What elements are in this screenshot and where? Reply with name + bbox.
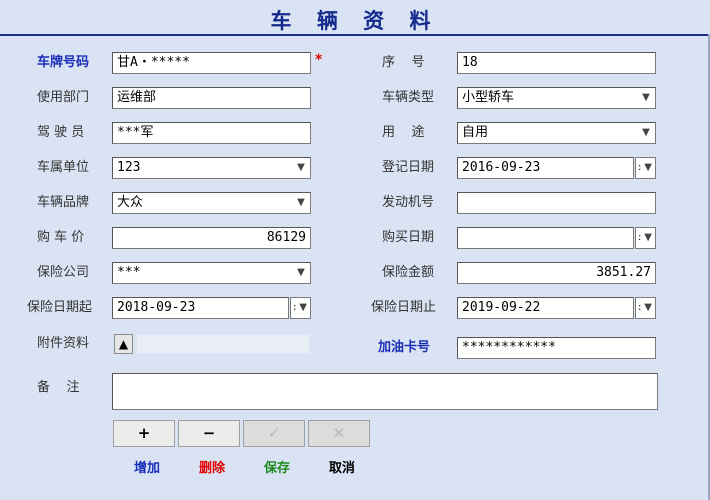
memo-textarea[interactable]	[112, 373, 658, 410]
owner-unit-select[interactable]: 123 ▼	[112, 157, 311, 179]
fuel-card-input[interactable]: ************	[457, 337, 656, 359]
chevron-down-icon[interactable]: ▼	[640, 123, 652, 143]
engine-no-input[interactable]	[457, 192, 656, 214]
delete-button[interactable]: −	[178, 420, 240, 447]
save-button[interactable]: ✓	[243, 420, 305, 447]
spinner-icon[interactable]: ▼	[635, 297, 656, 319]
reg-date-label: 登记日期	[382, 160, 435, 175]
plate-input[interactable]: 甘A・*****	[112, 52, 311, 74]
cancel-button[interactable]: ✕	[308, 420, 370, 447]
vehicle-type-select[interactable]: 小型轿车 ▼	[457, 87, 656, 109]
attachment-label: 附件资料	[37, 336, 90, 351]
chevron-down-icon[interactable]: ▼	[295, 263, 307, 283]
chevron-down-icon[interactable]: ▼	[640, 88, 652, 108]
ins-start-label: 保险日期起	[27, 300, 93, 315]
vehicle-type-label: 车辆类型	[382, 90, 435, 105]
price-input[interactable]: 86129	[112, 227, 311, 249]
engine-no-label: 发动机号	[382, 195, 435, 210]
purchase-date-input[interactable]	[457, 227, 634, 249]
ins-end-label: 保险日期止	[371, 300, 437, 315]
page-title: 车 辆 资 料	[270, 9, 440, 33]
serial-input[interactable]: 18	[457, 52, 656, 74]
title-bar: 车 辆 资 料	[0, 0, 710, 36]
driver-input[interactable]: ***军	[112, 122, 311, 144]
save-label: 保存	[264, 461, 291, 476]
dept-label: 使用部门	[37, 90, 90, 105]
add-label: 增加	[134, 461, 161, 476]
insurer-select[interactable]: *** ▼	[112, 262, 311, 284]
usage-select[interactable]: 自用 ▼	[457, 122, 656, 144]
reg-date-input[interactable]: 2016-09-23	[457, 157, 634, 179]
triangle-up-icon[interactable]: ▲	[114, 334, 133, 354]
cancel-label: 取消	[329, 461, 356, 476]
fuel-card-label: 加油卡号	[378, 340, 431, 355]
spinner-icon[interactable]: ▼	[290, 297, 311, 319]
add-button[interactable]: +	[113, 420, 175, 447]
owner-unit-label: 车属单位	[37, 160, 90, 175]
delete-label: 删除	[199, 461, 226, 476]
spinner-icon[interactable]: ▼	[635, 227, 656, 249]
insurance-amount-input[interactable]: 3851.27	[457, 262, 656, 284]
chevron-down-icon[interactable]: ▼	[295, 158, 307, 178]
insurer-label: 保险公司	[37, 265, 90, 280]
insurance-amount-label: 保险金额	[382, 265, 435, 280]
price-label: 购 车 价	[37, 230, 85, 245]
brand-label: 车辆品牌	[37, 195, 90, 210]
required-mark: *	[315, 52, 323, 68]
ins-start-input[interactable]: 2018-09-23	[112, 297, 289, 319]
spinner-icon[interactable]: ▼	[635, 157, 656, 179]
purchase-date-label: 购买日期	[382, 230, 435, 245]
plate-label: 车牌号码	[37, 55, 90, 70]
ins-end-input[interactable]: 2019-09-22	[457, 297, 634, 319]
driver-label: 驾 驶 员	[37, 125, 85, 140]
dept-input[interactable]: 运维部	[112, 87, 311, 109]
brand-select[interactable]: 大众 ▼	[112, 192, 311, 214]
usage-label: 用 途	[382, 125, 425, 140]
chevron-down-icon[interactable]: ▼	[295, 193, 307, 213]
serial-label: 序 号	[382, 55, 425, 70]
memo-label: 备 注	[37, 380, 80, 395]
attachment-bar	[137, 335, 309, 353]
